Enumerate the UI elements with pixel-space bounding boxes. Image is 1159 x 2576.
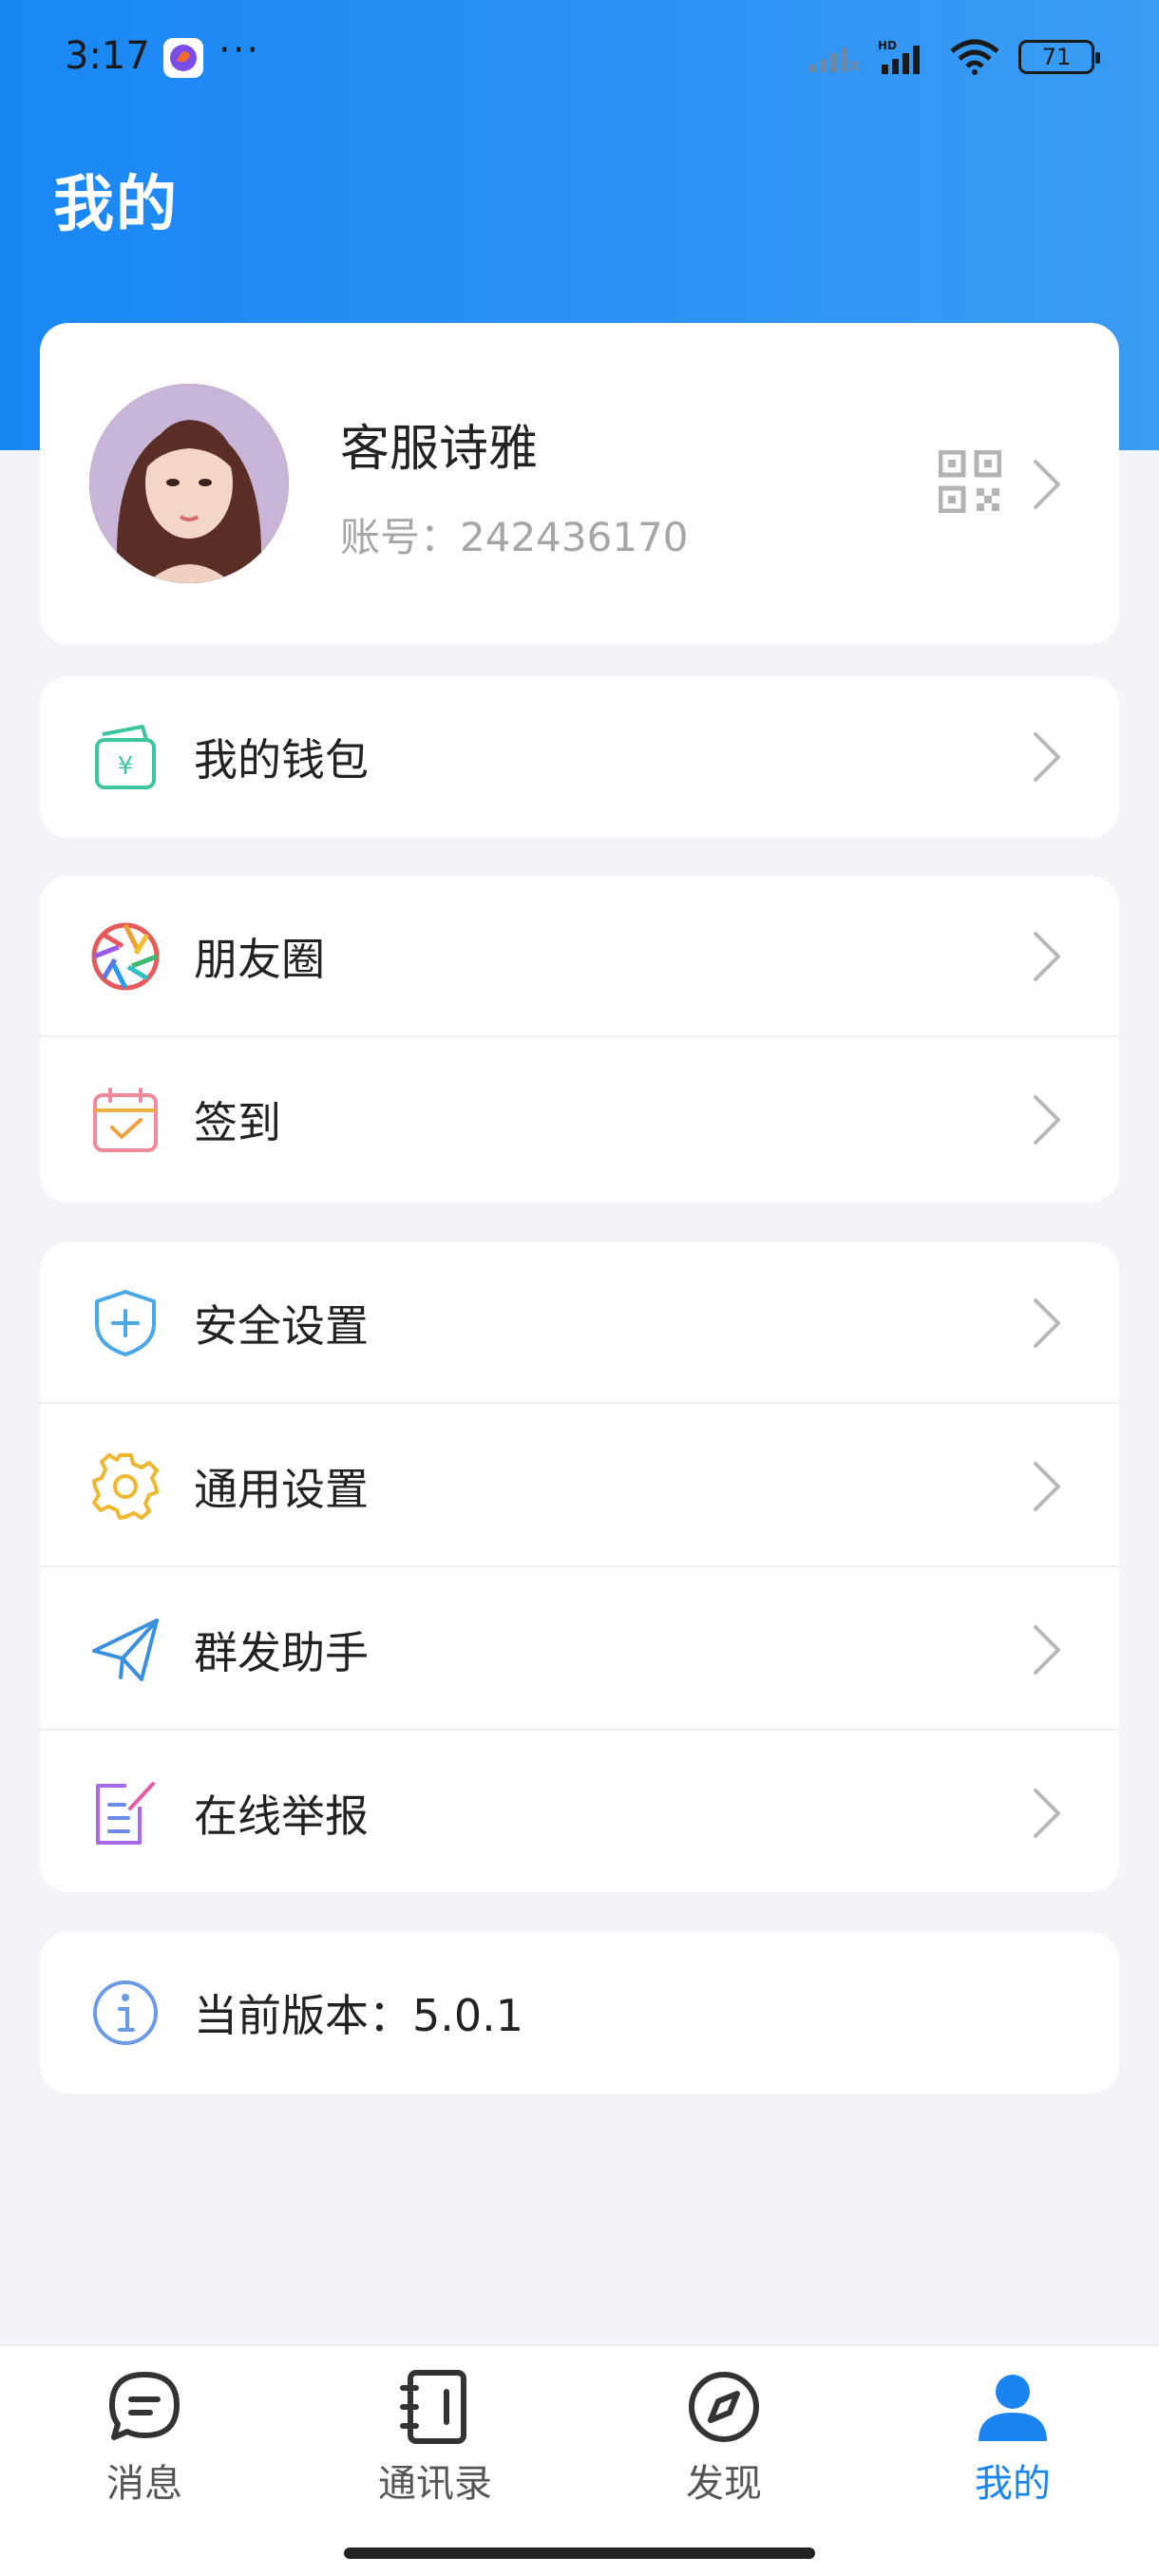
paper-plane-icon — [89, 1614, 162, 1686]
menu-label: 朋友圈 — [194, 934, 325, 985]
account-label: 账号： — [340, 514, 461, 560]
chevron-right-icon — [1034, 1789, 1060, 1838]
menu-item-moments[interactable]: 朋友圈 — [40, 876, 1119, 1037]
divider — [40, 1402, 1119, 1404]
info-icon — [89, 1977, 162, 2049]
chat-bubble-icon — [109, 2372, 180, 2440]
social-card: 朋友圈 签到 — [40, 876, 1119, 1203]
status-indicators: HD 71 — [808, 38, 1100, 76]
menu-item-general[interactable]: 通用设置 — [40, 1406, 1119, 1567]
tab-label: 我的 — [975, 2462, 1051, 2506]
profile-name: 客服诗雅 — [340, 421, 539, 478]
svg-text:¥: ¥ — [118, 752, 134, 781]
page-title: 我的 — [53, 170, 179, 240]
chevron-right-icon — [1034, 1462, 1060, 1511]
contacts-book-icon — [400, 2370, 466, 2444]
tab-messages[interactable]: 消息 — [68, 2369, 220, 2508]
edit-note-icon — [89, 1777, 162, 1849]
cellular-signal-icon — [809, 47, 861, 72]
menu-item-broadcast[interactable]: 群发助手 — [40, 1569, 1119, 1731]
divider — [40, 1035, 1119, 1037]
menu-item-report[interactable]: 在线举报 — [40, 1733, 1119, 1894]
menu-label: 安全设置 — [194, 1300, 369, 1352]
divider — [40, 1729, 1119, 1731]
menu-item-checkin[interactable]: 签到 — [40, 1039, 1119, 1201]
status-overflow-dots: ··· — [218, 28, 261, 72]
qr-code-icon[interactable] — [939, 450, 1001, 513]
version-card: 当前版本：5.0.1 — [40, 1932, 1119, 2093]
account-value: 242436170 — [460, 514, 689, 560]
menu-label: 我的钱包 — [194, 734, 369, 786]
menu-item-wallet[interactable]: ¥ 我的钱包 — [40, 676, 1119, 838]
wallet-icon: ¥ — [89, 721, 162, 793]
tab-contacts[interactable]: 通讯录 — [359, 2369, 511, 2508]
compass-icon — [689, 2372, 759, 2442]
avatar[interactable] — [89, 384, 289, 583]
person-icon — [978, 2375, 1047, 2441]
chevron-right-icon — [1034, 1095, 1060, 1145]
menu-label: 签到 — [194, 1097, 281, 1148]
menu-item-security[interactable]: 安全设置 — [40, 1242, 1119, 1404]
divider — [40, 1565, 1119, 1567]
hd-signal-icon: HD — [878, 39, 920, 74]
profile-card[interactable]: 客服诗雅 账号：242436170 — [40, 323, 1119, 644]
chevron-right-icon — [1034, 732, 1060, 782]
menu-label: 在线举报 — [194, 1790, 369, 1842]
status-time: 3:17 — [65, 34, 150, 78]
svg-text:HD: HD — [878, 39, 897, 52]
chevron-right-icon — [1034, 460, 1060, 509]
chevron-right-icon — [1034, 1625, 1060, 1675]
tab-me[interactable]: 我的 — [937, 2369, 1089, 2508]
calendar-check-icon — [89, 1084, 162, 1156]
home-indicator[interactable] — [344, 2548, 815, 2559]
shield-plus-icon — [89, 1287, 162, 1359]
menu-label: 群发助手 — [194, 1627, 369, 1678]
camera-aperture-icon — [89, 920, 162, 993]
battery-indicator: 71 — [1018, 40, 1100, 74]
battery-level: 71 — [1041, 44, 1072, 70]
menu-label: 通用设置 — [194, 1464, 369, 1515]
app-notification-icon — [163, 38, 203, 78]
page: 3:17 ··· HD 71 我的 客服诗雅 账号：242436170 ¥ 我的… — [0, 0, 1159, 2576]
chevron-right-icon — [1034, 1298, 1060, 1348]
status-bar: 3:17 ··· HD 71 — [0, 0, 1159, 114]
tab-label: 发现 — [686, 2462, 762, 2506]
settings-card: 安全设置 通用设置 群发助手 在线举报 — [40, 1242, 1119, 1892]
wifi-icon — [950, 39, 999, 75]
tab-label: 通讯录 — [378, 2462, 492, 2506]
chevron-right-icon — [1034, 932, 1060, 981]
tab-label: 消息 — [106, 2462, 182, 2506]
profile-account: 账号：242436170 — [340, 505, 689, 563]
menu-item-version: 当前版本：5.0.1 — [40, 1932, 1119, 2093]
tab-discover[interactable]: 发现 — [648, 2369, 800, 2508]
gear-icon — [89, 1450, 162, 1523]
wallet-card: ¥ 我的钱包 — [40, 676, 1119, 838]
version-label: 当前版本：5.0.1 — [194, 1990, 524, 2041]
bottom-nav: 消息 通讯录 发现 我的 — [0, 2344, 1159, 2576]
